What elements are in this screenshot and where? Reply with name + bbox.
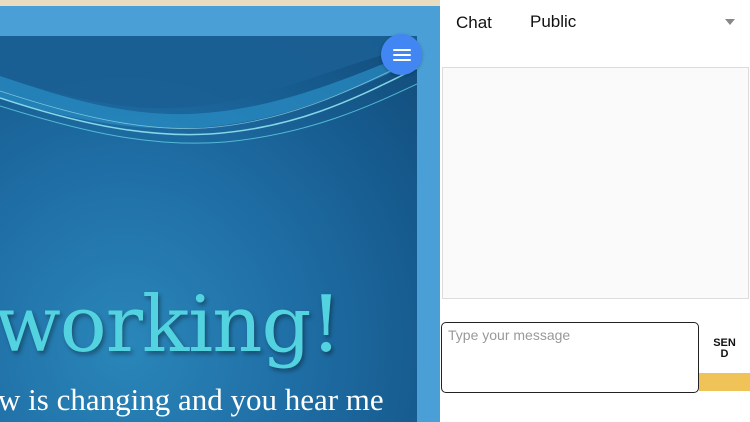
chat-title: Chat — [456, 13, 492, 32]
send-button[interactable]: SEND — [699, 322, 750, 372]
slide-subtitle: w is changing and you hear me — [0, 382, 384, 417]
slide-wave-decoration — [0, 36, 417, 144]
chat-header: Chat Public — [441, 0, 750, 40]
send-accent-bar — [699, 373, 750, 391]
caret-down-icon — [725, 19, 735, 25]
room-select-value: Public — [530, 12, 577, 31]
send-button-label: SEND — [713, 337, 736, 360]
slide-title: working! — [0, 280, 342, 370]
chat-pane: Chat Public SEND — [441, 0, 750, 422]
top-strip — [0, 0, 440, 6]
slide: working! — [0, 36, 417, 422]
presentation-pane: working! w is changing and you hear me — [0, 0, 440, 422]
menu-button[interactable] — [381, 34, 422, 75]
message-list[interactable] — [442, 67, 749, 299]
message-input[interactable] — [441, 322, 699, 393]
room-select[interactable]: Public — [530, 8, 740, 36]
menu-icon — [392, 48, 411, 61]
